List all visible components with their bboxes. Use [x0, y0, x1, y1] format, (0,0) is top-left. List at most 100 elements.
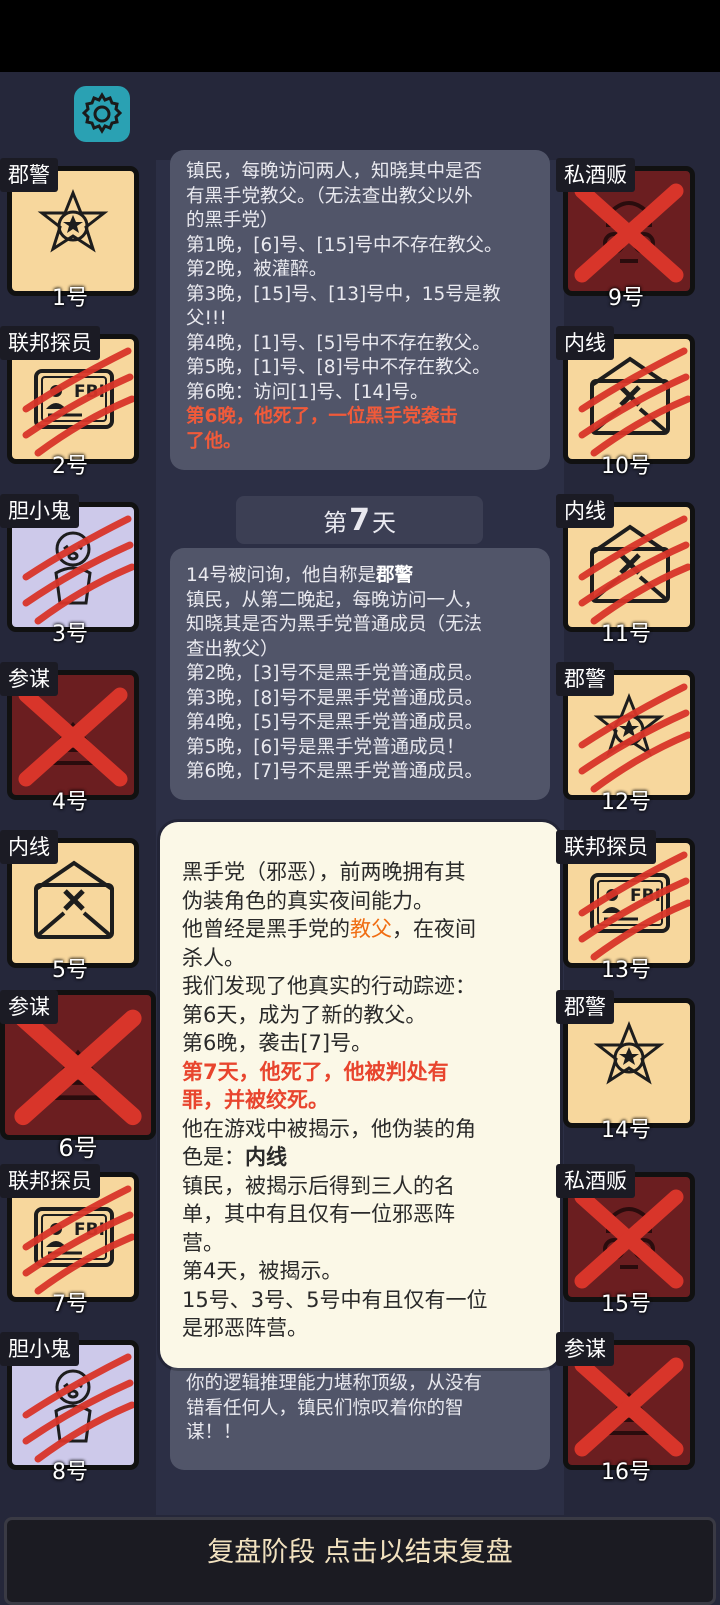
log-line: 查出教父） — [186, 638, 279, 660]
seat-number: 15号 — [601, 1292, 651, 1317]
player-seat-9[interactable]: 私酒贩 9号 — [556, 158, 696, 311]
log-line: 第2晚，[3]号不是黑手党普通成员。 — [186, 663, 483, 684]
gear-icon — [81, 92, 123, 134]
popup-line: 杀人。 — [182, 945, 245, 970]
disguise-role: 内线 — [245, 1145, 287, 1169]
player-seat-15[interactable]: 私酒贩 15号 — [556, 1164, 696, 1317]
log-card-investigator: 镇民，每晚访问两人，知晓其中是否 有黑手党教父。（无法查出教父以外 的黑手党） 第1晚… — [170, 150, 550, 470]
log-line: 第3晚，[8]号不是黑手党普通成员。 — [186, 687, 483, 709]
seat-number: 14号 — [601, 1118, 651, 1143]
seat-number: 9号 — [608, 286, 644, 311]
popup-line: 第6晚，袭击[7]号。 — [182, 1031, 373, 1055]
log-line-highlight: 了他。 — [186, 430, 242, 452]
log-card-summary: 你的逻辑推理能力堪称顶级，从没有 错看任何人，镇民们惊叹着你的智 谋！！ — [170, 1360, 550, 1470]
player-detail-popup[interactable]: 黑手党（邪恶），前两晚拥有其 伪装角色的真实夜间能力。 他曾经是黑手党的教父，在… — [160, 822, 560, 1368]
log-line-highlight: 第6晚，他死了，一位黑手党袭击 — [186, 406, 458, 427]
popup-death-line: 罪，并被绞死。 — [182, 1088, 329, 1112]
log-card-questioning: 14号被问询，他自称是郡警 镇民，从第二晚起，每晚访问一人， 知晓其是否为黑手党普… — [170, 548, 550, 800]
log-line: 第2晚，被灌醉。 — [186, 259, 328, 280]
log-line: 第4晚，[1]号、[5]号中不存在教父。 — [186, 332, 491, 354]
popup-line: 第6天，成为了新的教父。 — [182, 1002, 427, 1027]
seat-number: 4号 — [52, 790, 88, 815]
log-line: 第4晚，[5]号不是黑手党普通成员。 — [186, 712, 483, 733]
popup-line: 我们发现了他真实的行动踪迹： — [182, 974, 476, 998]
seat-number: 11号 — [601, 622, 651, 647]
popup-line: 镇民，被揭示后得到三人的名 — [182, 1173, 455, 1198]
seat-number: 12号 — [601, 790, 651, 815]
popup-line: 是邪恶阵营。 — [182, 1316, 308, 1340]
log-line: 的黑手党） — [186, 210, 279, 231]
player-seat-13[interactable]: FBI 联邦探员 13号 — [556, 830, 696, 983]
log-line: 知晓其是否为黑手党普通成员（无法 — [186, 614, 483, 635]
role-label: 郡警 — [0, 158, 58, 192]
seat-number: 1号 — [52, 286, 88, 311]
log-line: 错看任何人，镇民们惊叹着你的智 — [186, 1397, 464, 1419]
player-seat-14[interactable]: 郡警 14号 — [556, 990, 696, 1143]
player-seat-1[interactable]: 郡警 1号 — [0, 158, 140, 311]
seat-number: 2号 — [52, 454, 88, 479]
popup-death-line: 第7天，他死了，他被判处有 — [182, 1059, 449, 1084]
log-line: 第5晚，[6]号是黑手党普通成员！ — [186, 736, 465, 758]
role-label: 联邦探员 — [0, 326, 100, 360]
log-line: 你的逻辑推理能力堪称顶级，从没有 — [186, 1373, 483, 1394]
popup-line: 单，其中有且仅有一位邪恶阵 — [182, 1202, 455, 1226]
role-label: 内线 — [556, 494, 614, 528]
seat-number: 6号 — [58, 1134, 98, 1162]
claimed-role: 郡警 — [376, 565, 414, 586]
log-line: 有黑手党教父。（无法查出教父以外 — [186, 185, 473, 207]
log-line: 镇民，从第二晚起，每晚访问一人， — [186, 589, 483, 611]
role-label: 联邦探员 — [0, 1164, 100, 1198]
player-seat-4[interactable]: 参谋 4号 — [0, 662, 140, 815]
claim-prefix: 14号被问询，他自称是 — [186, 565, 377, 586]
player-seat-12[interactable]: 郡警 12号 — [556, 662, 696, 815]
player-seat-8[interactable]: 胆小鬼 8号 — [0, 1332, 140, 1485]
role-label: 参谋 — [556, 1332, 614, 1366]
player-seat-11[interactable]: 内线 11号 — [556, 494, 696, 647]
player-seat-10[interactable]: 内线 10号 — [556, 326, 696, 479]
popup-line: ，在夜间 — [392, 917, 476, 941]
true-role: 教父 — [350, 917, 392, 941]
popup-line: 黑手党（邪恶），前两晚拥有其 — [182, 860, 466, 884]
day-header: 第 7 天 — [236, 496, 483, 544]
player-seat-3[interactable]: 胆小鬼 3号 — [0, 494, 140, 647]
end-review-button[interactable]: 复盘阶段 点击以结束复盘 — [4, 1517, 716, 1605]
footer-label: 复盘阶段 点击以结束复盘 — [207, 1537, 513, 1568]
popup-line: 伪装角色的真实夜间能力。 — [182, 888, 434, 913]
popup-line: 15号、3号、5号中有且仅有一位 — [182, 1287, 488, 1312]
role-label: 内线 — [556, 326, 614, 360]
player-seat-7[interactable]: FBI 联邦探员 7号 — [0, 1164, 140, 1317]
player-seat-6[interactable]: 参谋 6号 — [0, 990, 156, 1162]
popup-line: 营。 — [182, 1230, 224, 1255]
player-seat-2[interactable]: FBI 联邦探员 2号 — [0, 326, 140, 479]
role-label: 胆小鬼 — [0, 1332, 79, 1366]
role-label: 联邦探员 — [556, 830, 656, 864]
log-line: 谋！！ — [186, 1422, 242, 1443]
log-line: 第3晚，[15]号、[13]号中，15号是教 — [186, 283, 501, 305]
role-label: 郡警 — [556, 990, 614, 1024]
role-label: 参谋 — [0, 990, 58, 1024]
seat-number: 3号 — [52, 622, 88, 647]
seat-number: 10号 — [601, 454, 651, 479]
settings-button[interactable] — [74, 86, 130, 142]
log-line: 镇民，每晚访问两人，知晓其中是否 — [186, 161, 483, 182]
player-seat-5[interactable]: 内线 5号 — [0, 830, 140, 983]
log-line: 第5晚，[1]号、[8]号中不存在教父。 — [186, 357, 491, 378]
popup-line: 他曾经是黑手党的 — [182, 917, 350, 941]
seat-number: 8号 — [52, 1460, 88, 1485]
log-line: 第6晚，[7]号不是黑手党普通成员。 — [186, 761, 483, 782]
role-label: 私酒贩 — [556, 158, 635, 192]
seat-number: 5号 — [52, 958, 88, 983]
role-label: 私酒贩 — [556, 1164, 635, 1198]
role-label: 郡警 — [556, 662, 614, 696]
role-label: 内线 — [0, 830, 58, 864]
popup-line: 第4天，被揭示。 — [182, 1259, 343, 1283]
log-line: 第6晚：访问[1]号、[14]号。 — [186, 381, 429, 403]
day-prefix: 第 — [323, 508, 348, 537]
day-number: 7 — [349, 502, 370, 538]
seat-number: 13号 — [601, 958, 651, 983]
popup-line: 他在游戏中被揭示，他伪装的角 — [182, 1116, 476, 1141]
player-seat-16[interactable]: 参谋 16号 — [556, 1332, 696, 1485]
log-line: 第1晚，[6]号、[15]号中不存在教父。 — [186, 234, 503, 256]
role-label: 胆小鬼 — [0, 494, 79, 528]
day-suffix: 天 — [371, 508, 396, 537]
